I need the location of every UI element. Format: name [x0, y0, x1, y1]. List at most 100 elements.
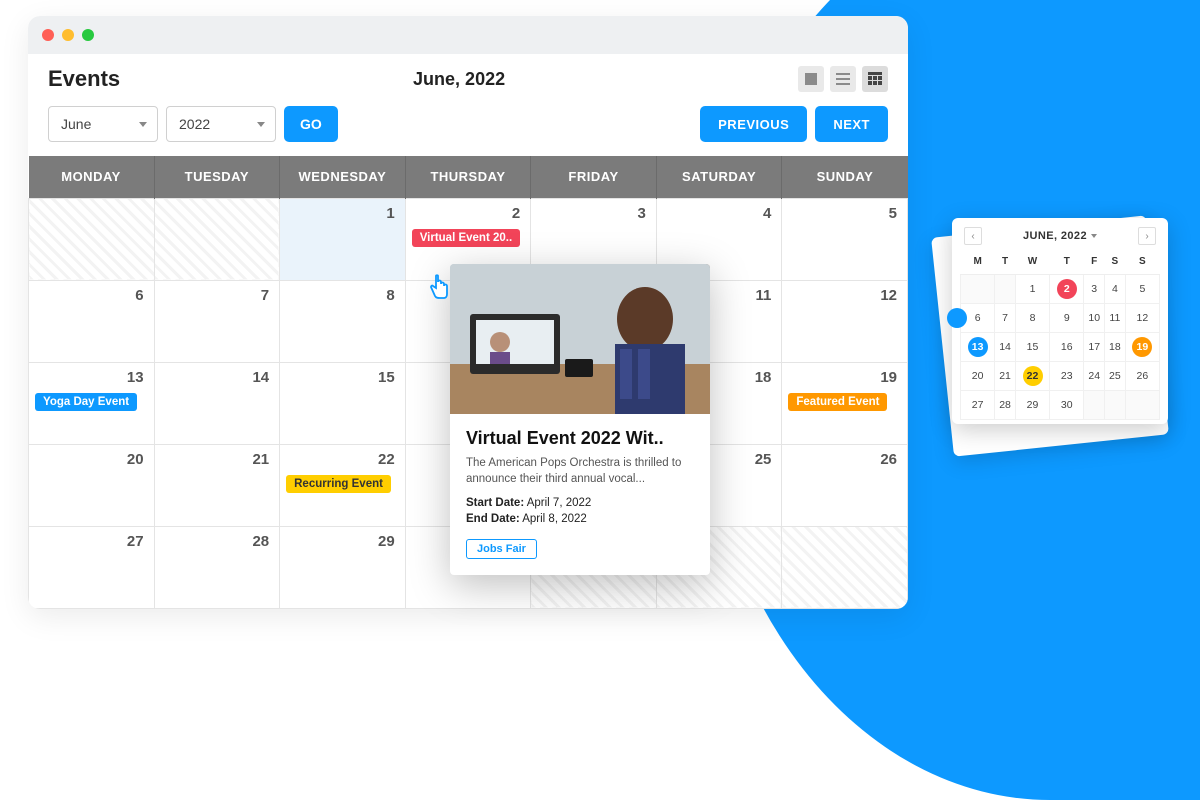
- calendar-cell[interactable]: 28: [154, 526, 280, 608]
- calendar-cell[interactable]: 29: [280, 526, 406, 608]
- day-number: 13: [127, 369, 144, 386]
- day-number: 21: [252, 451, 269, 468]
- event-chip[interactable]: Virtual Event 20..: [412, 229, 520, 247]
- mini-calendar-cell[interactable]: 14: [995, 332, 1016, 361]
- mini-calendar-cell[interactable]: 9: [1050, 303, 1084, 332]
- popover-category-tag[interactable]: Jobs Fair: [466, 539, 537, 559]
- calendar-cell[interactable]: 22Recurring Event: [280, 444, 406, 526]
- view-switcher: [798, 66, 888, 92]
- tile-view-button[interactable]: [798, 66, 824, 92]
- mini-next-button[interactable]: ›: [1138, 227, 1156, 245]
- day-number: 4: [763, 205, 771, 222]
- popover-start-date: Start Date: April 7, 2022: [466, 497, 694, 509]
- calendar-cell[interactable]: 13 Yoga Day Event: [29, 362, 155, 444]
- mini-calendar-cell[interactable]: [961, 274, 995, 303]
- mini-month-label[interactable]: JUNE, 2022: [1023, 230, 1097, 242]
- day-number: 6: [135, 287, 143, 304]
- mini-calendar-cell[interactable]: 12: [1125, 303, 1159, 332]
- month-select[interactable]: June: [48, 106, 158, 142]
- calendar-cell[interactable]: 20: [29, 444, 155, 526]
- mini-prev-button[interactable]: ‹: [964, 227, 982, 245]
- mini-calendar-cell[interactable]: 10: [1084, 303, 1105, 332]
- mini-calendar-cell[interactable]: 3: [1084, 274, 1105, 303]
- mini-calendar-cell[interactable]: 1: [1015, 274, 1049, 303]
- calendar-cell[interactable]: 27: [29, 526, 155, 608]
- mini-calendar-cell[interactable]: 29: [1015, 390, 1049, 419]
- mini-calendar: ‹ JUNE, 2022 › MTWTFSS 12345678910111213…: [952, 218, 1168, 424]
- calendar-cell[interactable]: 26: [782, 444, 908, 526]
- calendar-cell[interactable]: 14: [154, 362, 280, 444]
- calendar-cell[interactable]: 12: [782, 280, 908, 362]
- mini-event-dot: 22: [1023, 366, 1043, 386]
- close-icon[interactable]: [42, 29, 54, 41]
- mini-calendar-grid: MTWTFSS 12345678910111213141516171819202…: [960, 250, 1160, 420]
- maximize-icon[interactable]: [82, 29, 94, 41]
- mini-calendar-cell[interactable]: 27: [961, 390, 995, 419]
- calendar-cell[interactable]: 21: [154, 444, 280, 526]
- mini-calendar-cell[interactable]: 28: [995, 390, 1016, 419]
- mini-calendar-cell[interactable]: 16: [1050, 332, 1084, 361]
- mini-calendar-cell[interactable]: 22: [1015, 361, 1049, 390]
- calendar-cell[interactable]: 5: [782, 198, 908, 280]
- mini-calendar-cell[interactable]: 7: [995, 303, 1016, 332]
- event-chip[interactable]: Yoga Day Event: [35, 393, 137, 411]
- minimize-icon[interactable]: [62, 29, 74, 41]
- day-number: 20: [127, 451, 144, 468]
- month-select-value: June: [61, 116, 91, 132]
- mini-calendar-cell[interactable]: 18: [1105, 332, 1126, 361]
- mini-calendar-cell[interactable]: [1105, 390, 1126, 419]
- calendar-cell[interactable]: 19Featured Event: [782, 362, 908, 444]
- day-number: 25: [755, 451, 772, 468]
- mini-calendar-cell[interactable]: 8: [1015, 303, 1049, 332]
- calendar-cell[interactable]: [29, 198, 155, 280]
- day-number: 12: [880, 287, 897, 304]
- calendar-view-button[interactable]: [862, 66, 888, 92]
- mini-calendar-cell[interactable]: 4: [1105, 274, 1126, 303]
- mini-event-dot: 2: [1057, 279, 1077, 299]
- event-chip[interactable]: Featured Event: [788, 393, 887, 411]
- calendar-cell[interactable]: 8: [280, 280, 406, 362]
- weekday-header: SUNDAY: [782, 156, 908, 198]
- mini-calendar-cell[interactable]: 30: [1050, 390, 1084, 419]
- mini-calendar-cell[interactable]: [995, 274, 1016, 303]
- calendar-cell[interactable]: 15: [280, 362, 406, 444]
- calendar-cell[interactable]: 6: [29, 280, 155, 362]
- list-view-button[interactable]: [830, 66, 856, 92]
- mini-calendar-cell[interactable]: 2: [1050, 274, 1084, 303]
- mini-calendar-cell[interactable]: 19: [1125, 332, 1159, 361]
- mini-calendar-cell[interactable]: 11: [1105, 303, 1126, 332]
- day-number: 28: [252, 533, 269, 550]
- popover-image: [450, 264, 710, 414]
- mini-calendar-cell[interactable]: [1125, 390, 1159, 419]
- go-button[interactable]: GO: [284, 106, 338, 142]
- mini-calendar-cell[interactable]: 25: [1105, 361, 1126, 390]
- previous-button[interactable]: PREVIOUS: [700, 106, 807, 142]
- calendar-cell[interactable]: [782, 526, 908, 608]
- day-number: 14: [252, 369, 269, 386]
- mini-weekday-header: S: [1105, 250, 1126, 274]
- popover-end-date: End Date: April 8, 2022: [466, 513, 694, 525]
- mini-calendar-cell[interactable]: [1084, 390, 1105, 419]
- next-button[interactable]: NEXT: [815, 106, 888, 142]
- day-number: 11: [756, 287, 772, 304]
- mini-calendar-cell[interactable]: 26: [1125, 361, 1159, 390]
- mini-event-dot: 19: [1132, 337, 1152, 357]
- mini-calendar-cell[interactable]: 13: [961, 332, 995, 361]
- month-year-label: June, 2022: [413, 69, 505, 90]
- event-chip[interactable]: Recurring Event: [286, 475, 391, 493]
- mini-calendar-cell[interactable]: 5: [1125, 274, 1159, 303]
- mini-calendar-cell[interactable]: 15: [1015, 332, 1049, 361]
- mini-calendar-cell[interactable]: 17: [1084, 332, 1105, 361]
- mini-calendar-cell[interactable]: 24: [1084, 361, 1105, 390]
- mini-weekday-header: F: [1084, 250, 1105, 274]
- day-number: 29: [378, 533, 395, 550]
- calendar-cell[interactable]: [154, 198, 280, 280]
- calendar-cell[interactable]: 1: [280, 198, 406, 280]
- year-select[interactable]: 2022: [166, 106, 276, 142]
- mini-calendar-cell[interactable]: 20: [961, 361, 995, 390]
- mini-calendar-cell[interactable]: 6: [961, 303, 995, 332]
- weekday-header: THURSDAY: [405, 156, 531, 198]
- mini-calendar-cell[interactable]: 21: [995, 361, 1016, 390]
- calendar-cell[interactable]: 7: [154, 280, 280, 362]
- mini-calendar-cell[interactable]: 23: [1050, 361, 1084, 390]
